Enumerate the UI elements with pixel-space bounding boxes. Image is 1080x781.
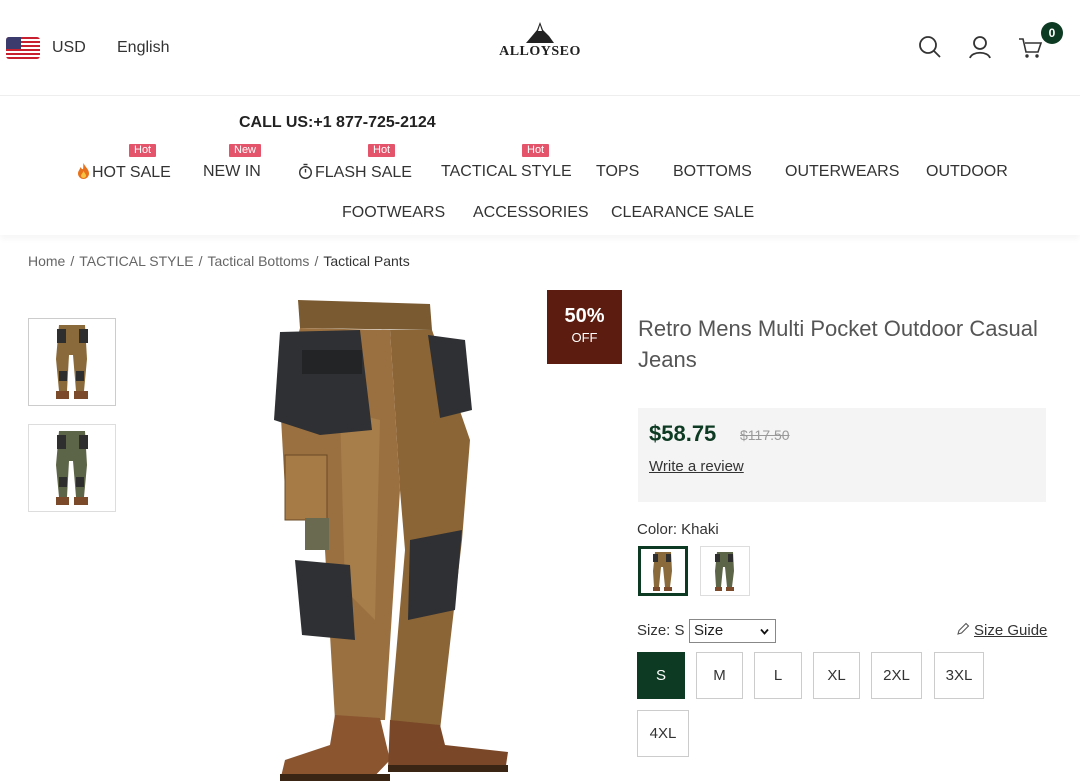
size-dropdown-value: Size (694, 622, 724, 639)
breadcrumb: Home / TACTICAL STYLE / Tactical Bottoms / Tac… (28, 253, 410, 269)
call-us-text: CALL US:+1 877-725-2124 (239, 114, 436, 131)
nav-item-tops[interactable]: TOPS (596, 163, 639, 181)
size-option-s[interactable]: S (637, 652, 685, 699)
nav-label: FLASH SALE (315, 164, 412, 181)
nav-label: ACCESSORIES (473, 204, 589, 221)
wolf-logo-icon (526, 22, 554, 43)
nav-label: OUTDOOR (926, 163, 1008, 180)
nav-item-footwears[interactable]: FOOTWEARS (342, 204, 445, 222)
nav-label: NEW IN (203, 163, 261, 180)
currency-selector[interactable]: USD (52, 39, 86, 57)
breadcrumb-tactical-style[interactable]: TACTICAL STYLE (79, 253, 193, 269)
size-guide-link[interactable]: Size Guide (956, 622, 1047, 639)
product-main-image[interactable] (240, 290, 540, 781)
nav-label: CLEARANCE SALE (611, 204, 755, 221)
discount-percent: 50% (564, 305, 605, 327)
product-title: Retro Mens Multi Pocket Outdoor Casual J… (638, 316, 1038, 372)
stopwatch-icon (299, 163, 312, 179)
nav-label: HOT SALE (92, 164, 171, 181)
nav-item-accessories[interactable]: ACCESSORIES (473, 204, 589, 222)
size-guide-text: Size Guide (974, 622, 1048, 639)
current-price: $58.75 (649, 421, 717, 446)
size-option-m[interactable]: M (696, 652, 743, 699)
nav-item-hot-sale[interactable]: Hot HOT SALE (77, 144, 171, 182)
fire-icon (78, 163, 89, 179)
nav-item-tactical-style[interactable]: Hot TACTICAL STYLE (441, 144, 572, 181)
write-review-link[interactable]: Write a review (649, 458, 744, 475)
size-dropdown[interactable]: Size (689, 619, 776, 643)
hot-badge: Hot (522, 144, 550, 157)
nav-item-outdoor[interactable]: OUTDOOR (926, 163, 1008, 181)
new-badge: New (229, 144, 262, 157)
nav-item-flash-sale[interactable]: Hot FLASH SALE (298, 144, 412, 182)
breadcrumb-current: Tactical Pants (323, 253, 410, 269)
chevron-down-icon (760, 628, 769, 635)
price-box: $58.75 $117.50 Write a review (638, 408, 1046, 502)
color-label: Color: Khaki (637, 521, 719, 538)
user-icon[interactable] (966, 33, 994, 61)
nav-label: OUTERWEARS (785, 163, 900, 180)
size-option-3xl[interactable]: 3XL (934, 652, 984, 699)
cart-count-badge: 0 (1041, 22, 1063, 44)
discount-badge: 50% OFF (547, 290, 622, 364)
nav-label: TOPS (596, 163, 640, 180)
discount-off-label: OFF (571, 330, 598, 345)
site-logo[interactable]: ALLOYSEO (490, 22, 590, 70)
hot-badge: Hot (368, 144, 396, 157)
color-swatch-khaki[interactable] (638, 546, 688, 596)
product-thumbnail-1[interactable] (28, 318, 116, 406)
size-label: Size: S (637, 622, 685, 639)
nav-item-new-in[interactable]: New NEW IN (203, 144, 262, 181)
breadcrumb-tactical-bottoms[interactable]: Tactical Bottoms (208, 253, 310, 269)
search-icon[interactable] (916, 33, 944, 61)
nav-item-outerwears[interactable]: OUTERWEARS (785, 163, 899, 181)
breadcrumb-home[interactable]: Home (28, 253, 65, 269)
color-swatch-camo[interactable] (700, 546, 750, 596)
nav-label: BOTTOMS (673, 163, 752, 180)
size-option-2xl[interactable]: 2XL (871, 652, 922, 699)
nav-item-clearance-sale[interactable]: CLEARANCE SALE (611, 204, 754, 222)
size-option-l[interactable]: L (754, 652, 802, 699)
top-bar: USD English ALLOYSEO 0 (0, 0, 1080, 96)
size-option-xl[interactable]: XL (813, 652, 860, 699)
size-option-4xl[interactable]: 4XL (637, 710, 689, 757)
main-nav: CALL US:+1 877-725-2124 Hot HOT SALE New… (0, 97, 1080, 235)
nav-label: FOOTWEARS (342, 204, 446, 221)
nav-item-bottoms[interactable]: BOTTOMS (673, 163, 752, 181)
logo-text: ALLOYSEO (499, 44, 581, 59)
hot-badge: Hot (129, 144, 157, 157)
pencil-icon (957, 622, 970, 635)
nav-label: TACTICAL STYLE (441, 163, 572, 180)
product-thumbnail-2[interactable] (28, 424, 116, 512)
original-price: $117.50 (740, 427, 790, 443)
language-selector[interactable]: English (117, 39, 169, 57)
cart-icon[interactable] (1016, 33, 1044, 61)
us-flag-icon[interactable] (6, 37, 40, 59)
